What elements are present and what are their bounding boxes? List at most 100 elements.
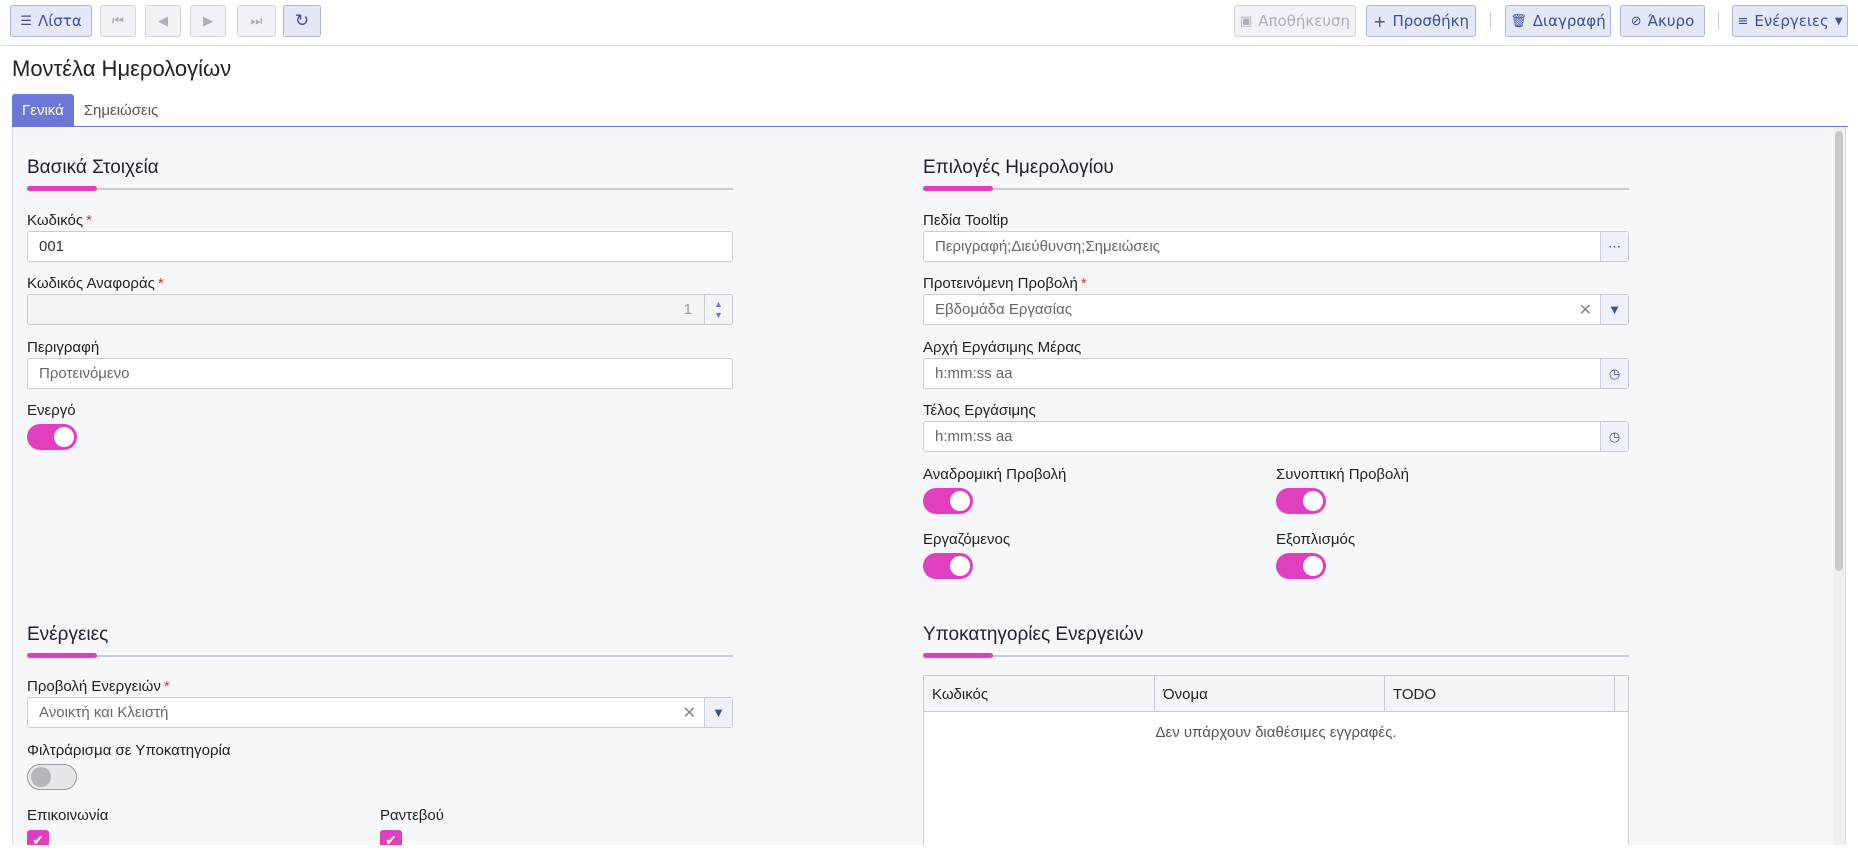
toggle-knob xyxy=(950,491,970,511)
tab-bar: Γενικά Σημειώσεις xyxy=(12,94,168,126)
appointment-checkbox[interactable]: ✔ xyxy=(380,830,402,845)
section-title-actions: Ενέργειες xyxy=(27,624,109,645)
description-label: Περιγραφή xyxy=(27,339,100,356)
grid-header: Κωδικός Όνομα TODO xyxy=(924,676,1628,712)
reference-code-stepper[interactable]: 1 ▲ ▼ xyxy=(27,294,733,325)
ellipsis-icon: ⋯ xyxy=(1608,238,1621,254)
section-divider xyxy=(27,655,733,657)
column-header-code[interactable]: Κωδικός xyxy=(924,676,1155,712)
actions-view-label-text: Προβολή Ενεργειών xyxy=(27,678,161,695)
employee-label: Εργαζόμενος xyxy=(923,531,1011,548)
first-record-button[interactable]: ⏮ xyxy=(100,5,136,37)
tooltip-fields-label: Πεδία Tooltip xyxy=(923,212,1009,229)
tab-general[interactable]: Γενικά xyxy=(12,94,74,126)
workday-start-placeholder: h:mm:ss aa xyxy=(935,365,1013,382)
retro-view-label: Αναδρομική Προβολή xyxy=(923,466,1067,483)
required-marker: * xyxy=(163,678,170,695)
trash-icon: 🗑 xyxy=(1510,13,1527,29)
refresh-icon: ↻ xyxy=(294,11,310,31)
list-icon: ☰ xyxy=(20,13,32,29)
save-button[interactable]: ▣ Αποθήκευση xyxy=(1234,5,1356,37)
default-view-label: Προτεινόμενη Προβολή * xyxy=(923,275,1087,292)
add-button[interactable]: + Προσθήκη xyxy=(1366,5,1476,37)
workday-end-input[interactable]: h:mm:ss aa ◷ xyxy=(923,421,1629,452)
cancel-button-label: Άκυρο xyxy=(1647,12,1695,30)
save-button-label: Αποθήκευση xyxy=(1258,12,1351,30)
stepper-up-icon[interactable]: ▲ xyxy=(714,299,723,310)
employee-toggle[interactable] xyxy=(923,553,973,579)
toggle-knob xyxy=(31,767,51,787)
section-title-calendar: Επιλογές Ημερολογίου xyxy=(923,157,1114,178)
workday-end-label: Τέλος Εργάσιμης xyxy=(923,402,1036,419)
page-title: Μοντέλα Ημερολογίων xyxy=(12,56,232,81)
equipment-toggle[interactable] xyxy=(1276,553,1326,579)
clear-icon[interactable]: ✕ xyxy=(1579,300,1592,320)
communication-checkbox[interactable]: ✔ xyxy=(27,830,49,845)
active-label: Ενεργό xyxy=(27,402,76,419)
default-view-label-text: Προτεινόμενη Προβολή xyxy=(923,275,1078,292)
clear-icon[interactable]: ✕ xyxy=(683,703,696,723)
subcategory-filter-toggle[interactable] xyxy=(27,764,77,790)
delete-button[interactable]: 🗑 Διαγραφή xyxy=(1505,5,1611,37)
scrollbar-thumb[interactable] xyxy=(1835,131,1843,571)
required-marker: * xyxy=(1080,275,1087,292)
communication-label: Επικοινωνία xyxy=(27,807,109,824)
caret-down-icon: ▼ xyxy=(712,705,725,720)
tooltip-fields-value: Περιγραφή;Διεύθυνση;Σημειώσεις xyxy=(935,238,1160,255)
workday-end-placeholder: h:mm:ss aa xyxy=(935,428,1013,445)
actions-view-select[interactable]: Ανοικτή και Κλειστή ✕ ▼ xyxy=(27,697,733,728)
vertical-scrollbar[interactable] xyxy=(1833,127,1845,845)
actions-view-value: Ανοικτή και Κλειστή xyxy=(39,704,169,721)
stepper-down-icon[interactable]: ▼ xyxy=(714,310,723,321)
refresh-button[interactable]: ↻ xyxy=(283,5,321,37)
code-label: Κωδικός * xyxy=(27,212,92,229)
section-accent xyxy=(923,186,993,191)
list-button[interactable]: ☰ Λίστα xyxy=(10,5,92,37)
tab-notes[interactable]: Σημειώσεις xyxy=(74,94,169,126)
last-record-button[interactable]: ⏭ xyxy=(237,5,276,37)
active-toggle[interactable] xyxy=(27,424,77,450)
actions-menu-button[interactable]: ≡ Ενέργειες ▼ xyxy=(1732,5,1848,37)
description-input[interactable]: Προτεινόμενο xyxy=(27,358,733,389)
column-header-todo[interactable]: TODO xyxy=(1385,676,1615,712)
dropdown-toggle[interactable]: ▼ xyxy=(1600,295,1628,324)
add-button-label: Προσθήκη xyxy=(1392,12,1469,30)
section-divider xyxy=(923,655,1629,657)
toggle-knob xyxy=(54,427,74,447)
summary-view-toggle[interactable] xyxy=(1276,488,1326,514)
workday-start-label: Αρχή Εργάσιμης Μέρας xyxy=(923,339,1082,356)
grid-empty-message: Δεν υπάρχουν διαθέσιμες εγγραφές. xyxy=(1155,724,1397,741)
more-options-button[interactable]: ⋯ xyxy=(1600,232,1628,261)
toggle-knob xyxy=(1303,556,1323,576)
delete-button-label: Διαγραφή xyxy=(1532,12,1606,30)
dropdown-toggle[interactable]: ▼ xyxy=(704,698,732,727)
actions-button-label: Ενέργειες xyxy=(1754,12,1829,30)
section-accent xyxy=(923,653,993,658)
tooltip-fields-input[interactable]: Περιγραφή;Διεύθυνση;Σημειώσεις ⋯ xyxy=(923,231,1629,262)
reference-code-label: Κωδικός Αναφοράς * xyxy=(27,275,164,292)
toggle-knob xyxy=(950,556,970,576)
subcategory-filter-label: Φιλτράρισμα σε Υποκατηγορία xyxy=(27,742,231,759)
required-marker: * xyxy=(157,275,164,292)
stepper-arrows[interactable]: ▲ ▼ xyxy=(704,295,732,324)
next-record-button[interactable]: ▶ xyxy=(190,5,226,37)
time-picker-button[interactable]: ◷ xyxy=(1600,359,1628,388)
retro-view-toggle[interactable] xyxy=(923,488,973,514)
equipment-label: Εξοπλισμός xyxy=(1276,531,1356,548)
workday-start-input[interactable]: h:mm:ss aa ◷ xyxy=(923,358,1629,389)
code-input[interactable]: 001 xyxy=(27,231,733,262)
section-title-subcategories: Υποκατηγορίες Ενεργειών xyxy=(923,624,1144,645)
default-view-value: Εβδομάδα Εργασίας xyxy=(935,301,1073,318)
summary-view-label: Συνοπτική Προβολή xyxy=(1276,466,1409,483)
next-icon: ▶ xyxy=(203,13,213,29)
caret-down-icon: ▼ xyxy=(1834,15,1843,27)
time-picker-button[interactable]: ◷ xyxy=(1600,422,1628,451)
reference-code-label-text: Κωδικός Αναφοράς xyxy=(27,275,155,292)
column-header-name[interactable]: Όνομα xyxy=(1155,676,1385,712)
ban-icon: ⊘ xyxy=(1630,13,1642,29)
cancel-button[interactable]: ⊘ Άκυρο xyxy=(1620,5,1705,37)
section-divider xyxy=(923,188,1629,190)
default-view-select[interactable]: Εβδομάδα Εργασίας ✕ ▼ xyxy=(923,294,1629,325)
previous-record-button[interactable]: ◀ xyxy=(145,5,181,37)
caret-down-icon: ▼ xyxy=(1608,302,1621,317)
